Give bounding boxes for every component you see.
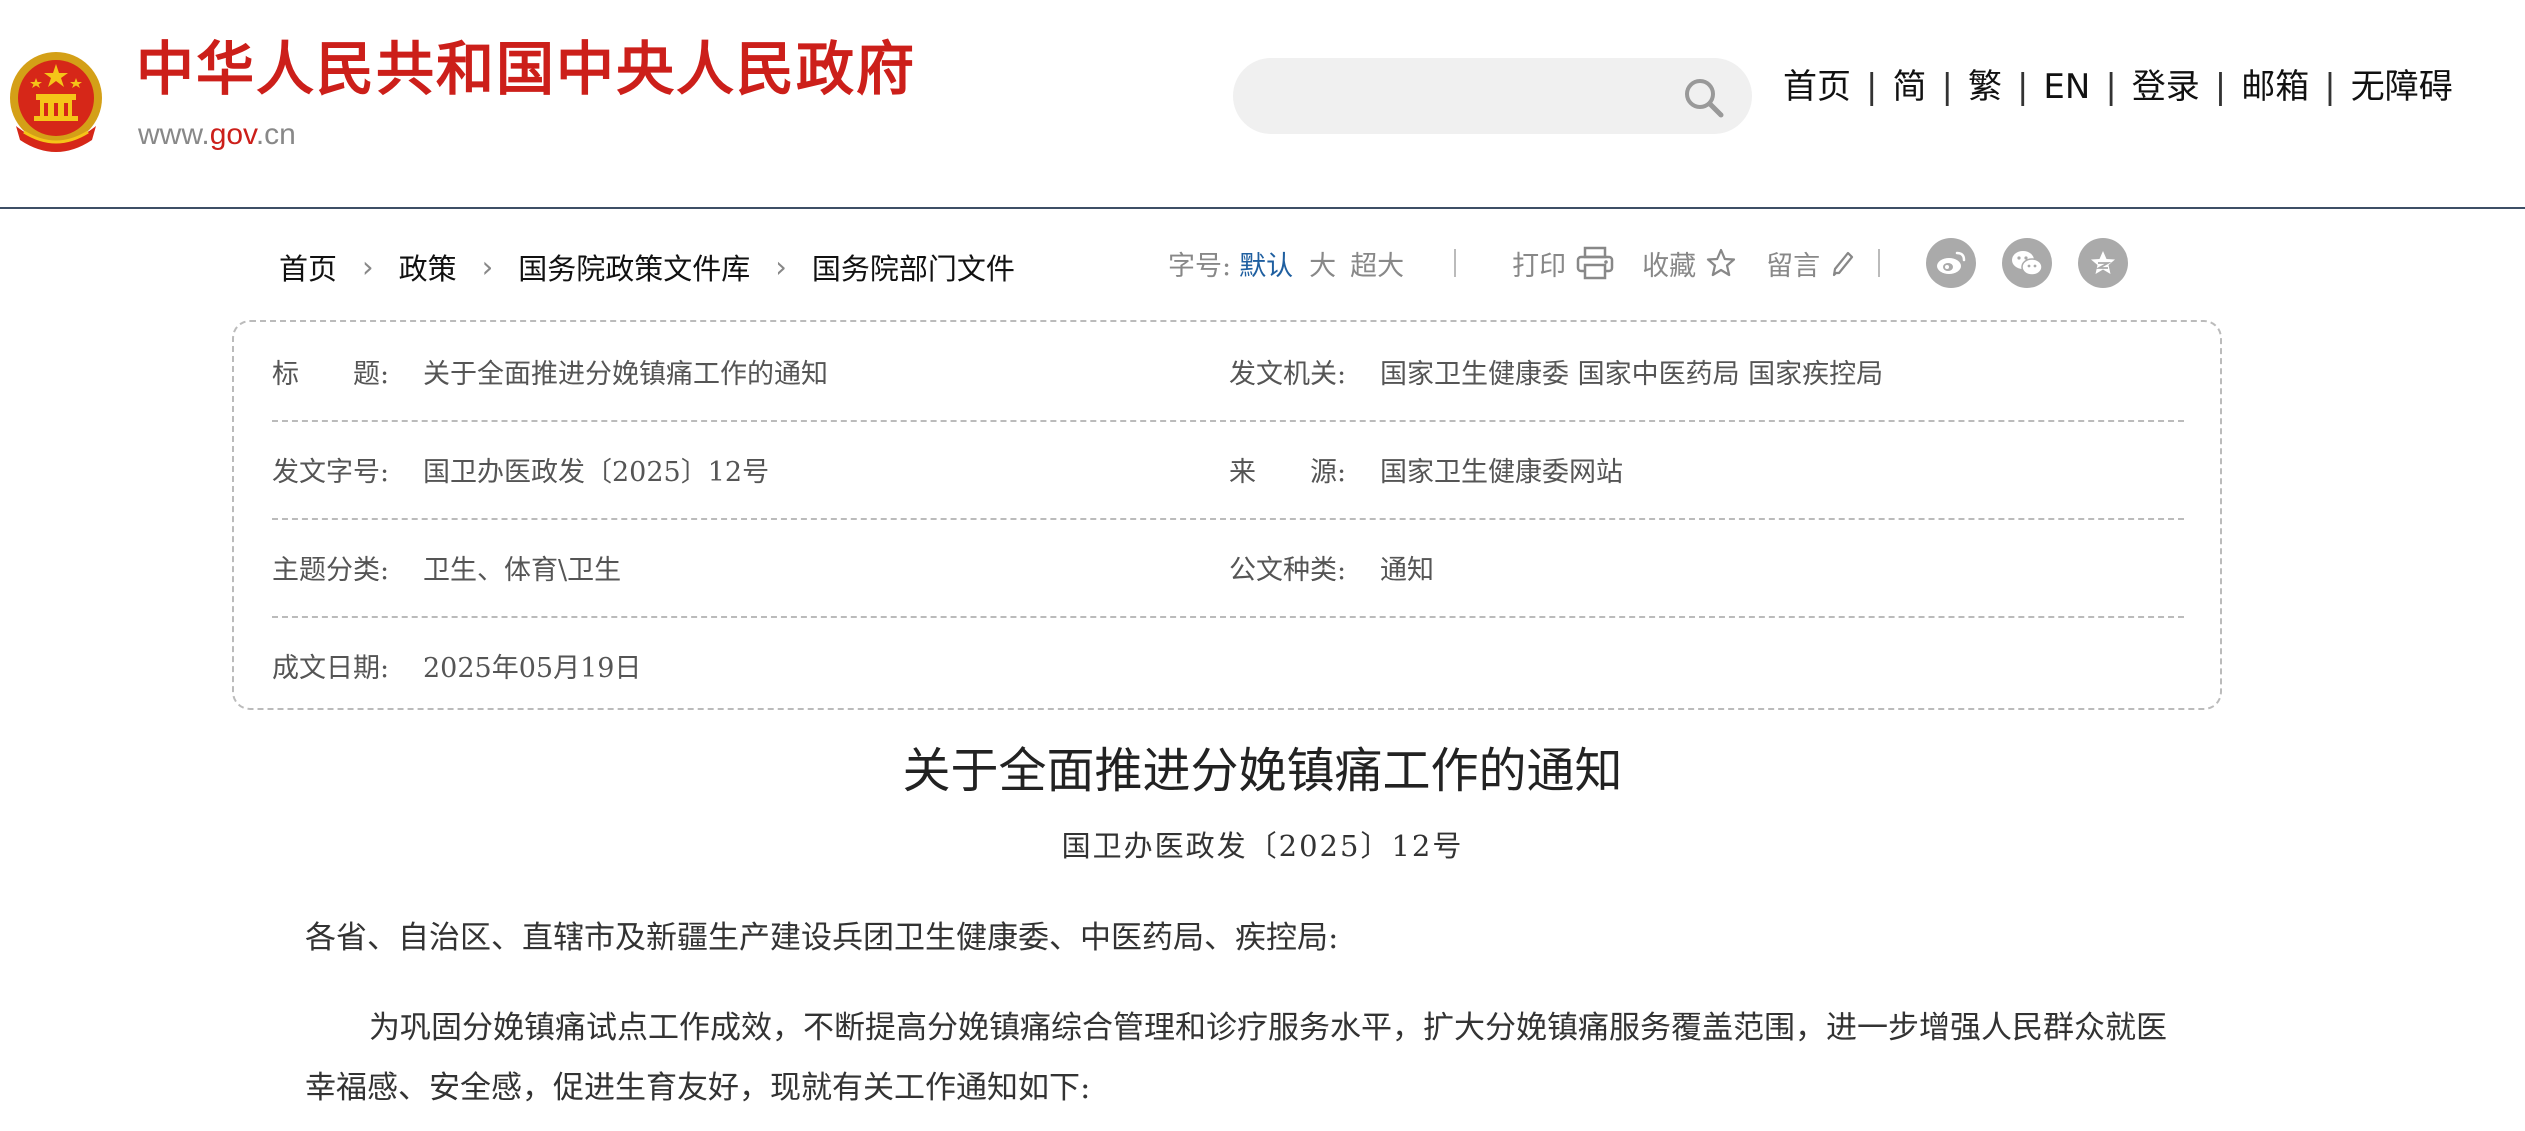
site-url-domain: gov: [209, 118, 256, 151]
info-cell-title: 标 题: 关于全面推进分娩镇痛工作的通知: [272, 322, 828, 420]
info-row: 成文日期: 2025年05月19日: [272, 616, 2184, 714]
info-cell-issuer: 发文机关: 国家卫生健康委 国家中医药局 国家疾控局: [1229, 322, 1883, 420]
comment-button[interactable]: 留言: [1766, 244, 1856, 283]
nav-separator: |: [1941, 67, 1953, 107]
article-doc-number: 国卫办医政发〔2025〕12号: [1061, 829, 1464, 863]
document-info-table: 标 题: 关于全面推进分娩镇痛工作的通知 发文机关: 国家卫生健康委 国家中医药…: [232, 320, 2222, 710]
info-row: 发文字号: 国卫办医政发〔2025〕12号 来 源: 国家卫生健康委网站: [272, 420, 2184, 520]
breadcrumb-home[interactable]: 首页: [279, 246, 337, 288]
info-label: 主题分类:: [272, 554, 390, 586]
article-toolbar: 字号: 默认 大 超大 打印 收藏 留言: [1168, 238, 2129, 288]
site-header: 中华人民共和国中央人民政府 www.gov.cn 首页 | 简 | 繁 | EN…: [0, 0, 2525, 209]
nav-mailbox-link[interactable]: 邮箱: [2241, 70, 2309, 104]
nav-separator: |: [2016, 67, 2029, 107]
weibo-icon[interactable]: [1926, 238, 1977, 288]
info-label: 来 源:: [1229, 456, 1347, 488]
info-label: 发文机关:: [1229, 358, 1347, 390]
article-paragraph: 为巩固分娩镇痛试点工作成效，不断提高分娩镇痛综合管理和诊疗服务水平，扩大分娩镇痛…: [305, 1010, 2167, 1106]
font-size-large-button[interactable]: 大: [1309, 244, 1336, 283]
star-icon: [1707, 248, 1736, 277]
nav-separator: |: [2105, 67, 2117, 107]
info-label: 发文字号:: [272, 456, 390, 488]
breadcrumb-policy-library[interactable]: 国务院政策文件库: [518, 246, 750, 288]
site-url-prefix: www.: [138, 118, 210, 151]
info-label: 标 题:: [272, 358, 390, 390]
qzone-icon[interactable]: [2078, 238, 2129, 288]
printer-icon: [1576, 246, 1614, 280]
article-title: 关于全面推进分娩镇痛工作的通知: [902, 743, 1623, 799]
national-emblem-logo[interactable]: [6, 48, 106, 158]
info-label: 公文种类:: [1229, 554, 1347, 586]
nav-simplified-link[interactable]: 简: [1892, 70, 1926, 104]
breadcrumb-department-docs[interactable]: 国务院部门文件: [812, 246, 1015, 288]
nav-accessibility-link[interactable]: 无障碍: [2351, 70, 2453, 104]
chevron-right-icon: ›: [362, 250, 374, 284]
info-value-topic: 卫生、体育\卫生: [423, 554, 622, 586]
info-value-title: 关于全面推进分娩镇痛工作的通知: [423, 358, 828, 390]
nav-separator: |: [2214, 67, 2227, 107]
article-salutation: 各省、自治区、直辖市及新疆生产建设兵团卫生健康委、中医药局、疾控局:: [305, 920, 1339, 956]
toolbar-divider: [1454, 249, 1457, 277]
nav-separator: |: [2324, 67, 2336, 107]
wechat-icon[interactable]: [2002, 238, 2053, 288]
site-url[interactable]: www.gov.cn: [138, 120, 296, 150]
info-value-doc-number: 国卫办医政发〔2025〕12号: [423, 456, 770, 488]
info-row: 标 题: 关于全面推进分娩镇痛工作的通知 发文机关: 国家卫生健康委 国家中医药…: [272, 322, 2184, 422]
breadcrumb-policy[interactable]: 政策: [399, 246, 457, 288]
nav-home-link[interactable]: 首页: [1783, 70, 1851, 104]
top-nav: 首页 | 简 | 繁 | EN | 登录 | 邮箱 | 无障碍: [1783, 70, 2453, 104]
info-cell-topic: 主题分类: 卫生、体育\卫生: [272, 518, 621, 616]
info-row: 主题分类: 卫生、体育\卫生 公文种类: 通知: [272, 518, 2184, 618]
site-title[interactable]: 中华人民共和国中央人民政府: [136, 40, 916, 98]
search-input[interactable]: [1233, 58, 1752, 134]
info-value-issuer: 国家卫生健康委 国家中医药局 国家疾控局: [1380, 358, 1884, 390]
info-value-source: 国家卫生健康委网站: [1380, 456, 1623, 488]
pencil-icon: [1833, 251, 1854, 277]
breadcrumb: 首页 › 政策 › 国务院政策文件库 › 国务院部门文件: [279, 246, 1015, 288]
info-cell-date: 成文日期: 2025年05月19日: [272, 616, 641, 714]
font-size-label: 字号:: [1168, 250, 1232, 282]
font-size-xlarge-button[interactable]: 超大: [1350, 244, 1404, 283]
nav-english-link[interactable]: EN: [2043, 70, 2090, 104]
info-cell-doc-type: 公文种类: 通知: [1229, 518, 1434, 616]
favorite-label: 收藏: [1642, 250, 1697, 282]
comment-label: 留言: [1766, 250, 1821, 282]
nav-traditional-link[interactable]: 繁: [1968, 70, 2002, 104]
info-cell-source: 来 源: 国家卫生健康委网站: [1229, 420, 1623, 518]
nav-login-link[interactable]: 登录: [2132, 70, 2200, 104]
favorite-button[interactable]: 收藏: [1642, 244, 1736, 283]
info-value-date: 2025年05月19日: [423, 652, 642, 684]
info-value-doc-type: 通知: [1380, 554, 1434, 586]
toolbar-divider: [1878, 249, 1881, 277]
site-url-suffix: .cn: [255, 118, 296, 151]
info-label: 成文日期:: [272, 652, 390, 684]
search-icon[interactable]: [1682, 76, 1724, 118]
info-cell-doc-number: 发文字号: 国卫办医政发〔2025〕12号: [272, 420, 769, 518]
print-button[interactable]: 打印: [1512, 244, 1614, 283]
nav-separator: |: [1866, 67, 1878, 107]
chevron-right-icon: ›: [481, 250, 494, 284]
print-label: 打印: [1512, 250, 1567, 282]
font-size-default-button[interactable]: 默认: [1239, 244, 1293, 283]
chevron-right-icon: ›: [775, 250, 787, 284]
